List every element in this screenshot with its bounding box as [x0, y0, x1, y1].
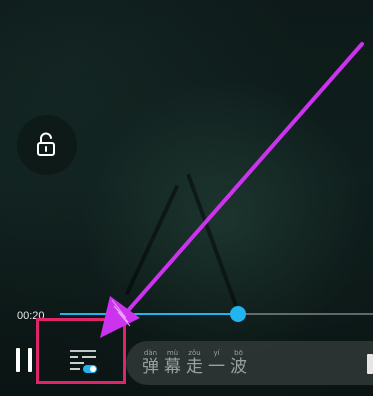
send-button-edge[interactable] [367, 354, 373, 374]
placeholder-char: dàn 弹 [142, 349, 159, 377]
screen-lock-button[interactable] [17, 115, 77, 175]
progress-bar[interactable] [60, 306, 373, 322]
danmaku-placeholder: dàn 弹 mù 幕 zǒu 走 yí 一 bō 波 [140, 349, 249, 377]
video-frame-detail [124, 184, 180, 296]
pause-button[interactable] [16, 348, 38, 374]
placeholder-char: bō 波 [230, 349, 247, 377]
placeholder-char: zǒu 走 [186, 349, 203, 377]
pause-icon [28, 348, 32, 372]
video-frame-detail [186, 173, 238, 307]
highlight-annotation-box [36, 318, 126, 384]
placeholder-char: mù 幕 [164, 349, 181, 377]
pause-icon [16, 348, 20, 372]
placeholder-char: yí 一 [208, 349, 225, 377]
progress-fill [60, 313, 239, 315]
danmaku-input[interactable]: dàn 弹 mù 幕 zǒu 走 yí 一 bō 波 [126, 341, 373, 385]
unlock-icon [37, 132, 55, 156]
